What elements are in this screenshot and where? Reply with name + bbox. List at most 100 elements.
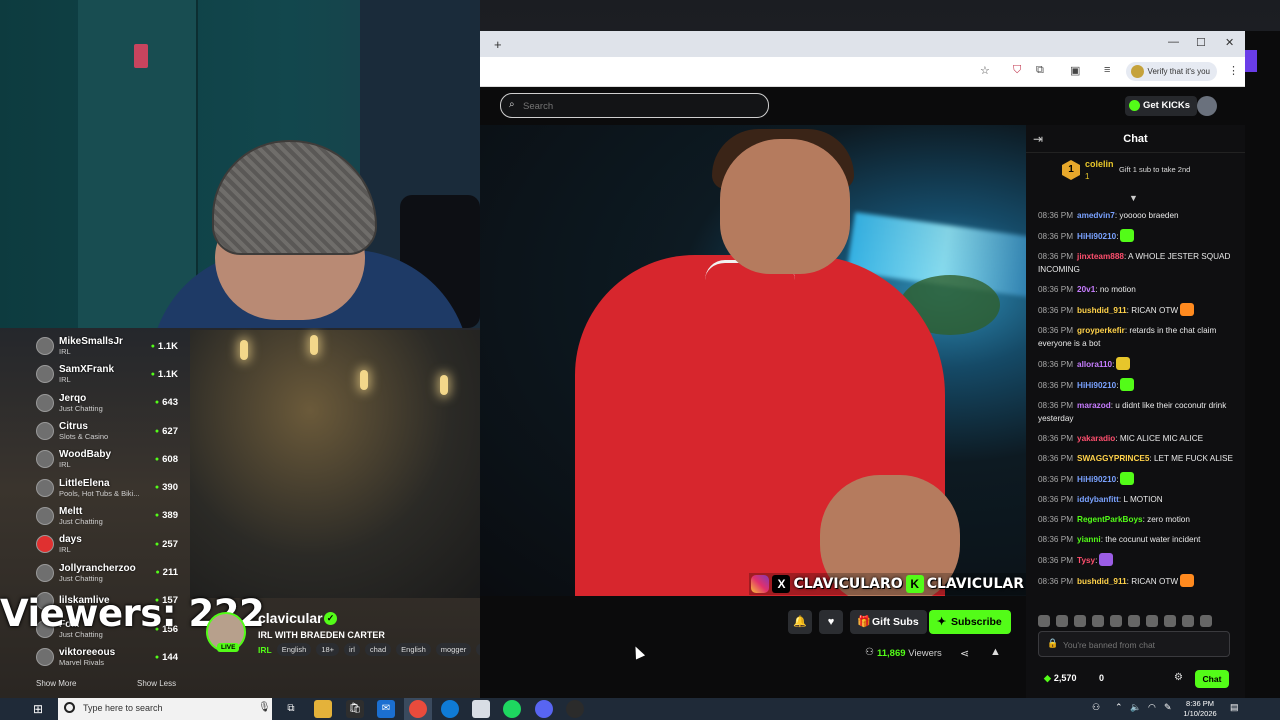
notification-icon[interactable]: ▤ [1230, 702, 1239, 713]
edge-icon[interactable] [441, 700, 459, 718]
message-username[interactable]: allora110 [1077, 360, 1112, 369]
tag[interactable]: English [276, 643, 312, 656]
message-username[interactable]: amedvin7 [1077, 211, 1115, 220]
minimize-icon[interactable]: — [1168, 36, 1179, 48]
emote[interactable] [1200, 615, 1212, 627]
task-view-icon[interactable]: ⧉ [282, 700, 300, 718]
message-username[interactable]: yakaradio [1077, 434, 1115, 443]
tray-chevron-icon[interactable]: ⌃ [1115, 702, 1123, 713]
message-username[interactable]: SWAGGYPRINCE5 [1077, 454, 1149, 463]
emote[interactable] [1182, 615, 1194, 627]
tag[interactable]: mogger [435, 643, 472, 656]
store-icon[interactable]: 🛍 [346, 700, 364, 718]
message-time: 08:36 PM [1038, 360, 1074, 369]
media-icon[interactable]: ≡ [1104, 64, 1110, 76]
gift-cta[interactable]: Gift 1 sub to take 2nd [1119, 165, 1190, 174]
profile-verify-button[interactable]: Verify that it's you [1125, 62, 1217, 81]
extensions-icon[interactable]: ⧉ [1036, 64, 1044, 77]
show-more-button[interactable]: Show More [36, 679, 76, 688]
message-username[interactable]: Tysy [1077, 556, 1095, 565]
gift-subs-button[interactable]: 🎁 Gift Subs [850, 610, 927, 634]
chat-input-box[interactable]: 🔒 [1038, 631, 1230, 657]
chrome-icon[interactable] [409, 700, 427, 718]
new-tab-button[interactable]: + [494, 37, 502, 52]
message-username[interactable]: 20v1 [1077, 285, 1095, 294]
emote[interactable] [1074, 615, 1086, 627]
message-username[interactable]: HiHi90210 [1077, 232, 1116, 241]
obs-icon[interactable] [566, 700, 584, 718]
streamer-name[interactable]: clavicular [258, 610, 323, 626]
pinned-toggle-icon[interactable]: ▼ [1129, 193, 1138, 203]
channel-item[interactable]: CitrusSlots & Casino 627 [30, 417, 184, 445]
kicks-balance[interactable]: 2,570 [1044, 673, 1077, 684]
message-username[interactable]: HiHi90210 [1077, 381, 1116, 390]
channel-item[interactable]: JollyrancherzooJust Chatting 211 [30, 558, 184, 586]
tag[interactable]: chad [364, 643, 392, 656]
emote[interactable] [1110, 615, 1122, 627]
network-icon[interactable]: ◠ [1148, 702, 1156, 713]
screenshot-icon[interactable]: ▣ [1070, 64, 1080, 77]
message-username[interactable]: RegentParkBoys [1077, 515, 1143, 524]
message-username[interactable]: bushdid_911 [1077, 577, 1127, 586]
taskbar-search[interactable]: Type here to search 🎙 [58, 698, 272, 720]
mail-icon[interactable]: ✉ [377, 700, 395, 718]
message-username[interactable]: HiHi90210 [1077, 475, 1116, 484]
subscribe-button[interactable]: ✦ Subscribe [929, 610, 1011, 634]
shield-icon[interactable]: ⛉ [1013, 64, 1021, 77]
tag[interactable]: 18+ [316, 643, 340, 656]
search-input[interactable] [523, 98, 753, 114]
taskbar-clock[interactable]: 8:36 PM 1/10/2026 [1180, 698, 1220, 719]
message-username[interactable]: jinxteam888 [1077, 252, 1124, 261]
chat-input[interactable] [1063, 637, 1223, 652]
follow-heart-button[interactable]: ♥ [819, 610, 843, 634]
people-icon[interactable]: ⚇ [1092, 702, 1100, 713]
windows-start-icon[interactable]: ⊞ [33, 702, 43, 716]
emote[interactable] [1038, 615, 1050, 627]
get-kicks-button[interactable]: Get KICKs [1125, 96, 1197, 116]
channel-item[interactable]: JerqoJust Chatting 643 [30, 389, 184, 417]
pen-icon[interactable]: ✎ [1164, 702, 1172, 713]
share-icon[interactable]: ⋖ [960, 647, 969, 660]
channel-item[interactable]: LittleElenaPools, Hot Tubs & Biki... 390 [30, 473, 184, 501]
message-username[interactable]: marazod [1077, 401, 1111, 410]
sub-balance[interactable]: 0 [1099, 673, 1104, 683]
channel-item[interactable]: MelttJust Chatting 389 [30, 502, 184, 530]
volume-icon[interactable]: 🔈 [1130, 702, 1141, 713]
emote[interactable] [1128, 615, 1140, 627]
notification-bell-button[interactable]: 🔔 [788, 610, 812, 634]
report-icon[interactable]: ▲ [990, 646, 1001, 658]
emote[interactable] [1164, 615, 1176, 627]
spotify-icon[interactable] [503, 700, 521, 718]
send-chat-button[interactable]: Chat [1195, 670, 1229, 688]
message-username[interactable]: groyperkefir [1077, 326, 1125, 335]
search-box[interactable]: ⌕ [500, 93, 769, 118]
message-username[interactable]: iddybanfitt [1077, 495, 1119, 504]
close-icon[interactable]: ✕ [1225, 36, 1234, 49]
message-username[interactable]: yianni [1077, 535, 1101, 544]
maximize-icon[interactable]: ☐ [1196, 36, 1206, 49]
message-username[interactable]: bushdid_911 [1077, 306, 1127, 315]
gifter-name[interactable]: colelin [1085, 159, 1114, 169]
video-player[interactable]: X CLAVICULARO K CLAVICULAR [480, 125, 1026, 596]
bookmark-star-icon[interactable]: ☆ [980, 64, 990, 77]
channel-item[interactable]: daysIRL 257 [30, 530, 184, 558]
user-avatar[interactable] [1197, 96, 1217, 116]
show-less-button[interactable]: Show Less [137, 679, 176, 688]
emote[interactable] [1092, 615, 1104, 627]
menu-kebab-icon[interactable]: ⋮ [1228, 64, 1239, 77]
emote[interactable] [1146, 615, 1158, 627]
emote[interactable] [1056, 615, 1068, 627]
gear-icon[interactable]: ⚙ [1174, 672, 1183, 683]
message-time: 08:36 PM [1038, 306, 1074, 315]
category-link[interactable]: IRL [258, 645, 272, 655]
channel-item[interactable]: SamXFrankIRL 1.1K [30, 360, 184, 388]
discord-icon[interactable] [535, 700, 553, 718]
tag[interactable]: irl [344, 643, 360, 656]
channel-item[interactable]: MikeSmallsJrIRL 1.1K [30, 332, 184, 360]
file-explorer-icon[interactable] [314, 700, 332, 718]
channel-item[interactable]: viktoreeousMarvel Rivals 144 [30, 643, 184, 671]
tag[interactable]: English [396, 643, 431, 656]
mic-icon[interactable]: 🎙 [258, 702, 271, 713]
channel-item[interactable]: WoodBabyIRL 608 [30, 445, 184, 473]
app-icon[interactable] [472, 700, 490, 718]
